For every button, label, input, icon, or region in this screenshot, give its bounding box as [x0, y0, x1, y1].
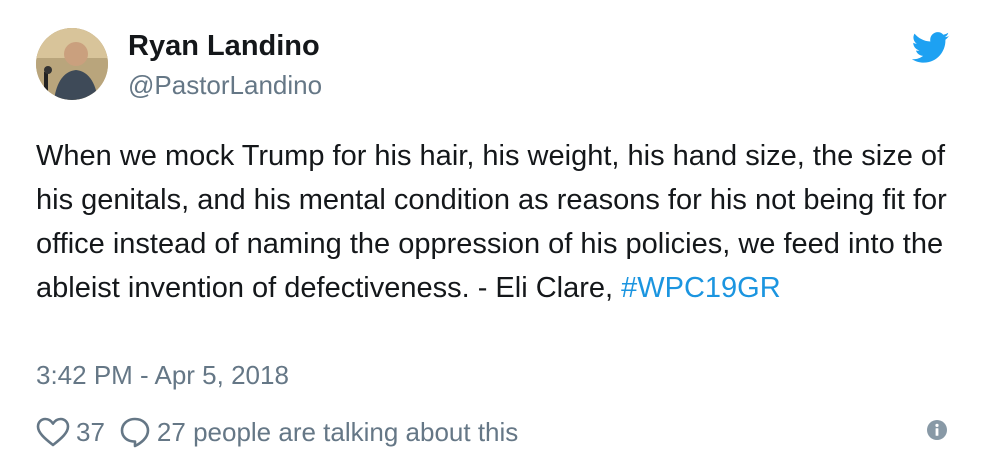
tweet-card: Ryan Landino @PastorLandino When we mock… [0, 0, 990, 460]
heart-icon [36, 417, 70, 447]
info-icon[interactable] [926, 419, 948, 441]
avatar[interactable] [36, 28, 108, 100]
user-name[interactable]: Ryan Landino [128, 30, 320, 63]
hashtag-link[interactable]: #WPC19GR [621, 272, 781, 304]
speech-bubble-icon [120, 417, 150, 448]
like-button[interactable]: 37 [36, 417, 105, 448]
user-handle[interactable]: @PastorLandino [128, 70, 322, 101]
tweet-timestamp[interactable]: 3:42 PM - Apr 5, 2018 [36, 360, 289, 391]
profile-photo [36, 28, 108, 100]
reply-button[interactable]: 27 people are talking about this [119, 416, 518, 448]
tweet-actions: 37 27 people are talking about this [36, 412, 518, 452]
talking-about-text: 27 people are talking about this [156, 416, 519, 447]
twitter-bird-icon[interactable] [912, 32, 950, 64]
tweet-text: When we mock Trump for his hair, his wei… [36, 134, 956, 310]
like-count: 37 [76, 416, 105, 447]
tweet-body: When we mock Trump for his hair, his wei… [36, 140, 947, 304]
